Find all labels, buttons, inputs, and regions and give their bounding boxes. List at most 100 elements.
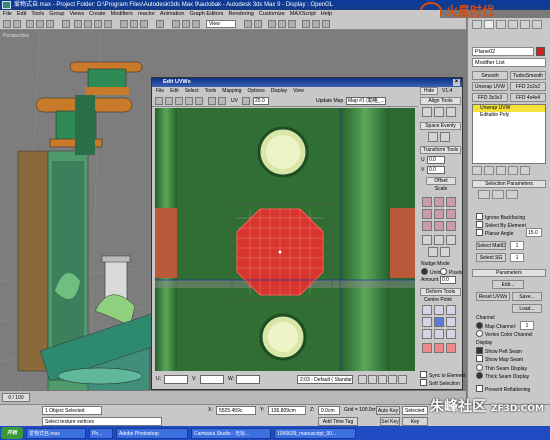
mirror-icon[interactable]: [195, 97, 203, 105]
planar-angle-field[interactable]: 15.0: [526, 228, 542, 237]
add-time-tag-button[interactable]: Add Time Tag: [318, 417, 358, 426]
cp-bottom-left-icon[interactable]: [422, 329, 432, 339]
show-end-result-icon[interactable]: [484, 166, 494, 175]
align-icon[interactable]: [254, 20, 262, 28]
thick-seam-radio[interactable]: Thick Seam Display: [476, 372, 529, 380]
rotate-icon[interactable]: [165, 97, 173, 105]
scale-icon[interactable]: [140, 20, 148, 28]
prevent-reflattening-checkbox[interactable]: Prevent Reflattening: [476, 385, 530, 393]
stack-item-editable-poly[interactable]: Editable Poly: [473, 112, 545, 119]
uv-editor-canvas[interactable]: [155, 108, 415, 371]
u-transform-field[interactable]: 0.0: [427, 156, 445, 164]
scale-tool-6-icon[interactable]: [446, 209, 456, 219]
space-v-icon[interactable]: [440, 132, 450, 142]
hide-button[interactable]: Hide: [420, 87, 438, 95]
time-slider[interactable]: 0 / 100: [0, 390, 466, 404]
redo-icon[interactable]: [13, 20, 21, 28]
update-map-button[interactable]: Update Map: [316, 97, 343, 105]
uvw-menu-tools[interactable]: Tools: [205, 87, 217, 95]
u-coord-field[interactable]: [164, 375, 188, 384]
rotate-icon[interactable]: [130, 20, 138, 28]
planar-angle-checkbox[interactable]: Planar Angle: [476, 229, 513, 237]
menu-customize[interactable]: Customize: [259, 10, 285, 18]
uvw-menu-display[interactable]: Display: [271, 87, 287, 95]
uvw-menu-view[interactable]: View: [293, 87, 304, 95]
save-button[interactable]: Save...: [512, 292, 542, 301]
show-pelt-seam-checkbox[interactable]: Show Pelt Seam: [476, 347, 522, 355]
menu-edit[interactable]: Edit: [17, 10, 26, 18]
configure-sets-icon[interactable]: [520, 166, 530, 175]
ffd-4x4x4-button[interactable]: FFD 4x4x4: [510, 93, 546, 102]
unwrap-uvw-button[interactable]: Unwrap UVW: [472, 82, 508, 91]
snap-icon[interactable]: [208, 97, 216, 105]
uvw-menu-select[interactable]: Select: [185, 87, 199, 95]
align-center-icon[interactable]: [446, 107, 456, 117]
cp-top-left-icon[interactable]: [422, 305, 432, 315]
pin-stack-icon[interactable]: [472, 166, 482, 175]
space-evenly-rollout[interactable]: Space Evenly: [420, 122, 461, 130]
material-id-select[interactable]: 2:03 - Default ( Standar: [297, 375, 353, 384]
pixels-radio[interactable]: Pixels: [440, 268, 462, 276]
edit-uvws-title-bar[interactable]: Edit UVWs ×: [152, 78, 462, 87]
region-select-icon[interactable]: [94, 20, 102, 28]
soft-selection-checkbox[interactable]: Soft Selection: [420, 379, 460, 387]
w-coord-field[interactable]: [236, 375, 260, 384]
rotate-tool-3-icon[interactable]: [446, 221, 456, 231]
window-crossing-icon[interactable]: [104, 20, 112, 28]
turbosmooth-button[interactable]: TurboSmooth: [510, 71, 546, 80]
modifier-list-select[interactable]: Modifier List: [472, 58, 546, 67]
move-icon[interactable]: [155, 97, 163, 105]
reference-coordinate-select[interactable]: View: [206, 20, 236, 28]
align-v-icon[interactable]: [434, 107, 444, 117]
time-slider-thumb[interactable]: 0 / 100: [2, 393, 30, 402]
arrow-right-icon[interactable]: [440, 247, 450, 257]
select-object-icon[interactable]: [74, 20, 82, 28]
stack-item-unwrap-uvw[interactable]: Unwrap UVW: [473, 105, 545, 112]
menu-tools[interactable]: Tools: [31, 10, 44, 18]
vertex-color-channel-radio[interactable]: Vertex Color Channel: [476, 330, 533, 338]
amount-field[interactable]: 0.0: [440, 276, 456, 284]
mirror-tool-icon[interactable]: [446, 235, 456, 245]
map-channel-field[interactable]: 1: [520, 321, 534, 330]
ffd-3x3x3-button[interactable]: FFD 3x3x3: [472, 93, 508, 102]
uvw-menu-options[interactable]: Options: [247, 87, 264, 95]
menu-reactor[interactable]: reactor: [138, 10, 155, 18]
space-u-icon[interactable]: [428, 132, 438, 142]
selection-params-rollout[interactable]: Selection Parameters: [472, 180, 546, 188]
display-tab-icon[interactable]: [520, 20, 530, 29]
mirror-icon[interactable]: [244, 20, 252, 28]
taskbar-item-manuscript[interactable]: 1096639_manuscript_00...: [274, 427, 356, 439]
map-select[interactable]: Map #1 (勒格_...: [346, 97, 386, 105]
utilities-tab-icon[interactable]: [532, 20, 542, 29]
reset-uvws-button[interactable]: Reset UVWs: [476, 292, 510, 301]
modify-tab-icon[interactable]: [484, 20, 494, 29]
v-transform-field[interactable]: 0.0: [427, 166, 445, 174]
rotate-tool-2-icon[interactable]: [434, 221, 444, 231]
set-key-button[interactable]: Set Key: [380, 417, 400, 426]
deform-tool-2-icon[interactable]: [434, 343, 444, 353]
zoom-icon[interactable]: [368, 375, 377, 384]
bind-space-warp-icon[interactable]: [46, 20, 54, 28]
thin-seam-radio[interactable]: Thin Seam Display: [476, 364, 527, 372]
ffd-2x2x2-button[interactable]: FFD 2x2x2: [510, 82, 546, 91]
freeform-icon[interactable]: [185, 97, 193, 105]
parameters-rollout[interactable]: Parameters: [472, 269, 546, 277]
cp-top-right-icon[interactable]: [446, 305, 456, 315]
align-u-icon[interactable]: [422, 107, 432, 117]
sel-vertex-icon[interactable]: [478, 190, 490, 199]
taskbar-item-ph[interactable]: Ph...: [89, 427, 113, 439]
uvw-menu-edit[interactable]: Edit: [170, 87, 179, 95]
x-coord-field[interactable]: 5525.459c: [216, 406, 256, 415]
auto-key-button[interactable]: Auto Key: [376, 406, 400, 415]
arrow-left-icon[interactable]: [428, 247, 438, 257]
angle-snap-icon[interactable]: [182, 20, 190, 28]
soft-select-icon[interactable]: [218, 97, 226, 105]
rotate-tool-1-icon[interactable]: [422, 221, 432, 231]
cp-left-icon[interactable]: [422, 317, 432, 327]
move-icon[interactable]: [120, 20, 128, 28]
curve-editor-icon[interactable]: [278, 20, 286, 28]
menu-help[interactable]: Help: [321, 10, 332, 18]
select-matid-button[interactable]: Select MatID: [476, 241, 506, 250]
viewport-label[interactable]: Perspective: [3, 33, 29, 39]
quick-render-icon[interactable]: [322, 20, 330, 28]
